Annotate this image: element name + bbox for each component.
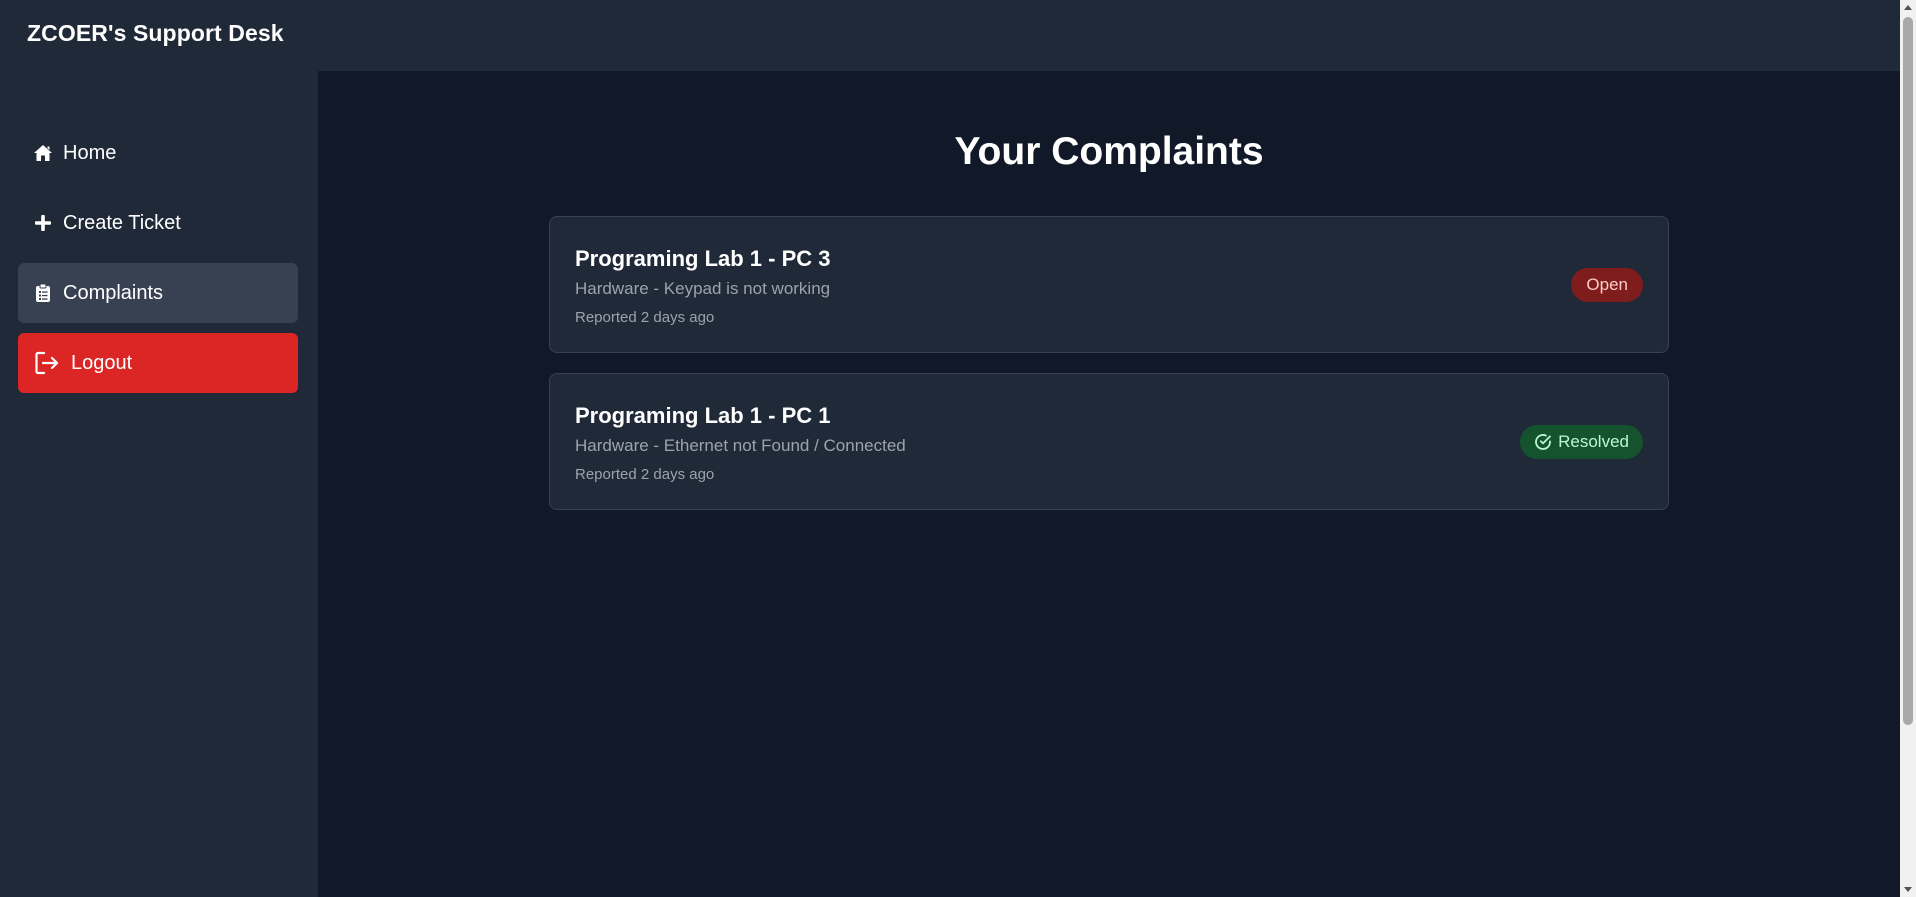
logout-label: Logout — [71, 351, 133, 374]
complaint-card[interactable]: Programing Lab 1 - PC 3 Hardware - Keypa… — [549, 216, 1669, 353]
complaint-card[interactable]: Programing Lab 1 - PC 1 Hardware - Ether… — [549, 373, 1669, 510]
sidebar-item-complaints[interactable]: Complaints — [18, 263, 298, 323]
top-bar: ZCOER's Support Desk — [0, 0, 1900, 71]
complaint-reported-time: Reported 2 days ago — [575, 309, 715, 326]
main-content: Your Complaints Programing Lab 1 - PC 3 … — [318, 71, 1900, 897]
status-badge-label: Resolved — [1558, 431, 1629, 451]
sidebar-item-home[interactable]: Home — [18, 123, 298, 183]
status-badge: Resolved — [1520, 424, 1643, 459]
scrollbar-thumb[interactable] — [1903, 17, 1913, 725]
status-badge: Open — [1571, 267, 1643, 302]
plus-icon — [33, 213, 53, 233]
complaint-description: Hardware - Ethernet not Found / Connecte… — [575, 436, 906, 455]
sidebar-item-label: Home — [63, 141, 117, 164]
complaint-description: Hardware - Keypad is not working — [575, 279, 831, 298]
logout-icon — [33, 349, 61, 377]
check-circle-icon — [1534, 433, 1552, 451]
sidebar-item-label: Create Ticket — [63, 211, 181, 234]
complaint-title: Programing Lab 1 - PC 1 — [575, 403, 831, 428]
app-root: ZCOER's Support Desk Home Create Ticket — [0, 0, 1916, 897]
clipboard-icon — [33, 283, 53, 303]
page-title: Your Complaints — [954, 130, 1264, 173]
complaint-title: Programing Lab 1 - PC 3 — [575, 246, 831, 271]
logout-button[interactable]: Logout — [18, 333, 298, 393]
app-brand[interactable]: ZCOER's Support Desk — [27, 20, 284, 47]
scroll-up-arrow-icon[interactable] — [1904, 5, 1912, 10]
sidebar-item-label: Complaints — [63, 281, 164, 304]
status-badge-label: Open — [1586, 274, 1628, 294]
complaint-reported-time: Reported 2 days ago — [575, 466, 715, 483]
home-icon — [33, 143, 53, 163]
page-scrollbar[interactable] — [1900, 0, 1916, 897]
sidebar: Home Create Ticket Complaints Logout — [0, 71, 318, 897]
scroll-down-arrow-icon[interactable] — [1904, 887, 1912, 892]
sidebar-item-create-ticket[interactable]: Create Ticket — [18, 193, 298, 253]
